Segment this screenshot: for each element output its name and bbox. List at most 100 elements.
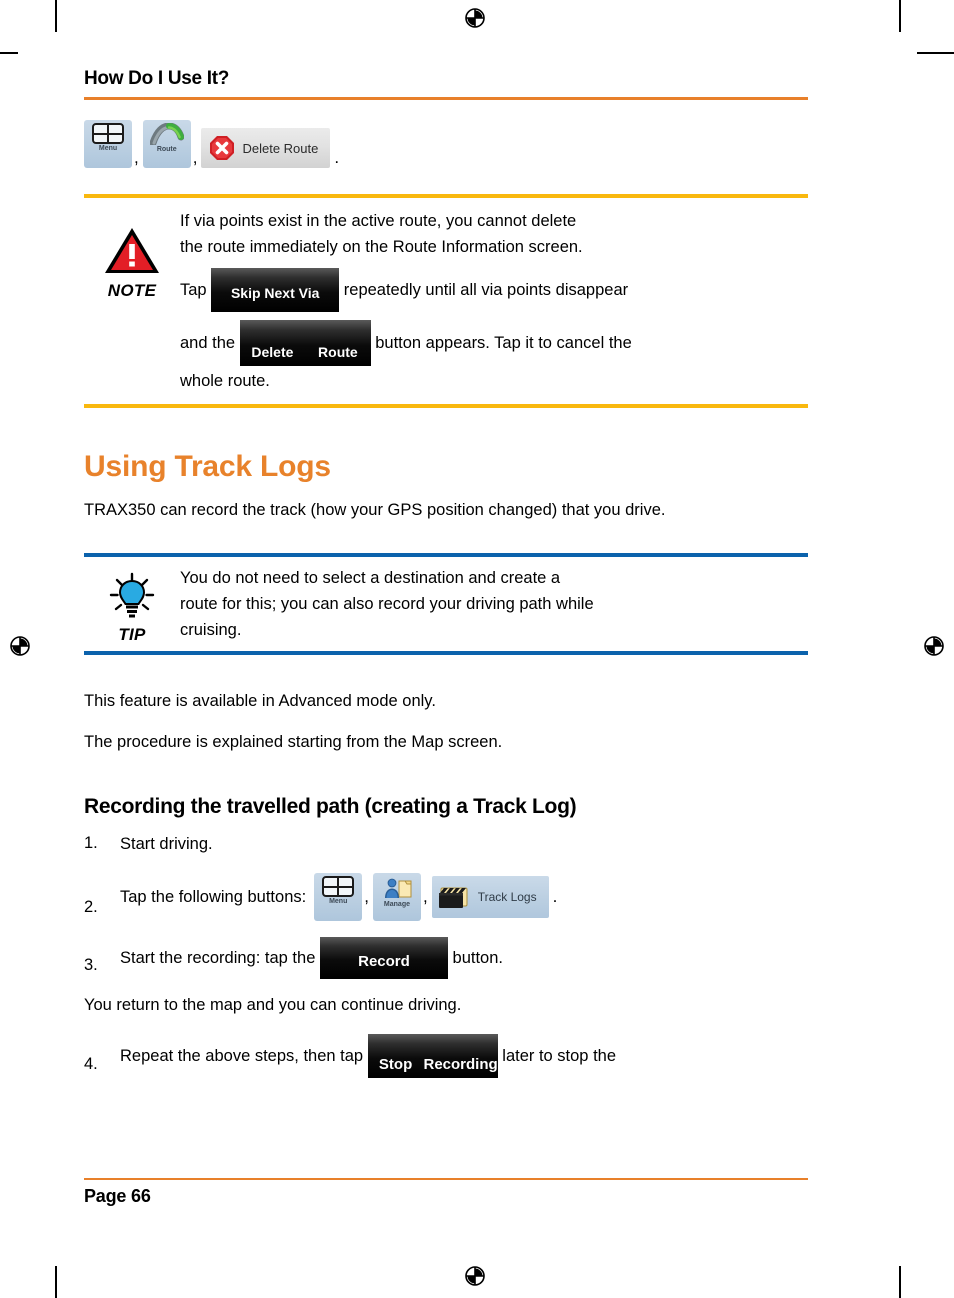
note-after-skip-text: repeatedly until all via points disappea… [339, 281, 629, 299]
page-content: How Do I Use It? Menu , Route , Delete R… [84, 68, 808, 1090]
delete-route-button-label: Delete Route [242, 140, 319, 156]
step-3-text-after: button. [447, 948, 503, 967]
delete-route-touch-label-2: Route [318, 343, 358, 360]
step-2-content: Tap the following buttons: Menu , Manage… [120, 873, 557, 921]
step-2: 2. Tap the following buttons: Menu , Man… [84, 873, 808, 921]
separator-period: . [334, 148, 340, 167]
delete-route-touch-label-1: Delete [251, 343, 294, 360]
tip-line-3: cruising. [180, 621, 242, 639]
interstitial-text: You return to the map and you can contin… [84, 996, 462, 1014]
step-2-number: 2. [84, 898, 98, 916]
stop-recording-label-2: Recording [423, 1055, 498, 1073]
step-3-content: Start the recording: tap the Record butt… [120, 937, 503, 979]
track-logs-button[interactable]: Track Logs [431, 876, 549, 918]
record-button-label: Record [358, 953, 410, 970]
step-3-text-before: Start the recording: tap the [120, 948, 320, 967]
tip-text: You do not need to select a destination … [180, 565, 808, 643]
section-title: Using Track Logs [84, 450, 331, 483]
delete-stop-sign-icon [210, 136, 235, 160]
tip-callout-body: TIP You do not need to select a destinat… [84, 557, 808, 651]
route-button[interactable]: Route [142, 120, 191, 168]
note-line-last: whole route. [180, 372, 270, 390]
note-line-2: the route immediately on the Route Infor… [180, 238, 583, 256]
separator-comma: , [134, 148, 139, 167]
menu-button-label: Menu [98, 145, 118, 152]
page-number: Page 66 [84, 1186, 151, 1206]
clapperboard-icon [438, 887, 468, 908]
note-after-delete-text: button appears. Tap it to cancel the [370, 334, 632, 352]
note-tap-word: Tap [180, 281, 212, 299]
step-1-text: Start driving. [120, 834, 213, 853]
section-intro: TRAX350 can record the track (how your G… [84, 501, 666, 519]
skip-next-via-button[interactable]: Skip Next Via [211, 268, 340, 312]
page-footer: Page 66 [84, 1178, 808, 1207]
step-3: 3. Start the recording: tap the Record b… [84, 937, 808, 979]
separator-comma-2: , [192, 148, 198, 167]
manage-person-folder-icon [384, 878, 412, 898]
crop-mark-top-left-horizontal [0, 52, 18, 54]
crop-mark-bottom-right-vertical [899, 1266, 901, 1298]
tip-callout: TIP You do not need to select a destinat… [84, 553, 808, 655]
footer-rule [84, 1178, 808, 1180]
menu-grid-icon [92, 123, 124, 144]
registration-mark-bottom [465, 1266, 485, 1286]
route-road-icon [149, 123, 184, 145]
separator-period-2: . [552, 886, 558, 906]
step-4-content: Repeat the above steps, then tap Stop Re… [120, 1034, 616, 1078]
note-skip-line: Tap Skip Next Via repeatedly until all v… [180, 268, 798, 312]
header-rule [84, 97, 808, 100]
note-icon-block: NOTE [84, 208, 180, 301]
delete-route-touch-button[interactable]: Delete Route [239, 320, 371, 366]
tip-icon-block: TIP [84, 565, 180, 645]
step-3-number: 3. [84, 956, 98, 974]
step2-menu-button[interactable]: Menu [314, 873, 363, 921]
note-and-the-word: and the [180, 334, 240, 352]
menu-grid-icon [322, 876, 355, 897]
paragraph-advanced-mode: This feature is available in Advanced mo… [84, 692, 436, 710]
tip-rule-bottom [84, 651, 808, 655]
crop-mark-top-left-vertical [55, 0, 57, 32]
note-rule-bottom [84, 404, 808, 408]
crop-mark-bottom-left-vertical [55, 1266, 57, 1298]
step-2-text: Tap the following buttons: [120, 887, 307, 906]
menu-button[interactable]: Menu [84, 120, 132, 168]
registration-mark-top [465, 8, 485, 28]
registration-mark-left [10, 636, 30, 656]
note-callout: NOTE If via points exist in the active r… [84, 194, 808, 408]
step-1-number: 1. [84, 834, 98, 852]
tip-line-1: You do not need to select a destination … [180, 569, 561, 587]
crop-mark-top-right-vertical [899, 0, 901, 32]
warning-triangle-icon [105, 228, 159, 273]
tip-line-2: route for this; you can also record your… [180, 595, 594, 613]
delete-route-button[interactable]: Delete Route [201, 128, 331, 168]
separator-comma-4: , [422, 886, 428, 906]
crop-mark-top-right-horizontal [917, 52, 954, 54]
step-4-number: 4. [84, 1055, 98, 1073]
record-button[interactable]: Record [319, 937, 448, 979]
lightbulb-icon [109, 572, 155, 618]
step2-manage-label: Manage [383, 901, 410, 908]
stop-recording-label-1: Stop [378, 1055, 413, 1073]
step2-manage-button[interactable]: Manage [372, 873, 421, 921]
step-4-text-before: Repeat the above steps, then tap [120, 1046, 368, 1065]
paragraph-procedure: The procedure is explained starting from… [84, 733, 503, 751]
subsection-title: Recording the travelled path (creating a… [84, 795, 577, 818]
note-text: If via points exist in the active route,… [180, 208, 808, 394]
route-button-label: Route [156, 146, 177, 153]
registration-mark-right [924, 636, 944, 656]
step-1: 1. Start driving. [84, 831, 808, 857]
note-line-1: If via points exist in the active route,… [180, 212, 577, 230]
track-logs-button-label: Track Logs [477, 889, 537, 904]
separator-comma-3: , [364, 886, 369, 906]
stop-recording-button[interactable]: Stop Recording [367, 1034, 498, 1078]
note-icon-label: NOTE [107, 281, 157, 300]
note-callout-body: NOTE If via points exist in the active r… [84, 198, 808, 404]
note-delete-line: and the Delete Route button appears. Tap… [180, 320, 798, 366]
tip-icon-label: TIP [118, 625, 146, 644]
step-4: 4. Repeat the above steps, then tap Stop… [84, 1034, 808, 1078]
step-4-text-after: later to stop the [497, 1046, 617, 1065]
running-head: How Do I Use It? [84, 68, 230, 89]
skip-next-via-button-label: Skip Next Via [230, 285, 320, 301]
step2-menu-label: Menu [329, 898, 348, 905]
breadcrumb-button-sequence: Menu , Route , Delete Route . [84, 120, 808, 168]
